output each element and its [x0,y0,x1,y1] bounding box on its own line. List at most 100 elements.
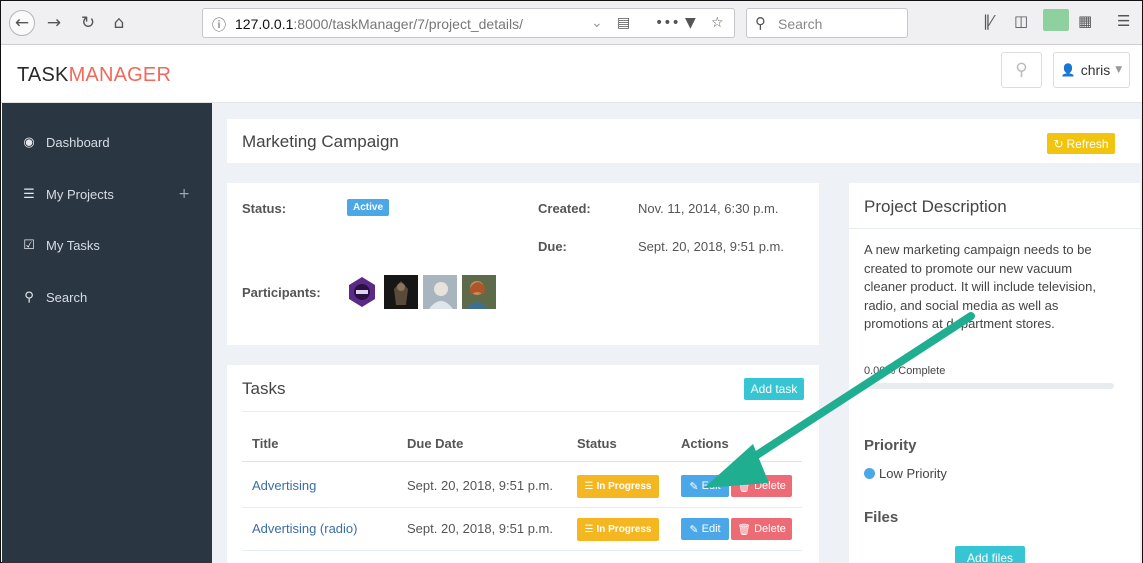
project-details-panel: Status: Active Created: Nov. 11, 2014, 6… [227,183,819,345]
refresh-label: Refresh [1066,136,1109,151]
project-description-panel: Project Description A new marketing camp… [849,183,1140,563]
browser-search-box[interactable]: ⚲ Search [746,8,908,38]
task-due-date: Sept. 20, 2018, 9:51 p.m. [407,521,553,536]
reader-view-icon[interactable]: ▤ [617,15,630,31]
app-header: TASKMANAGER ⚲ 👤 chris ▼ [1,46,1142,103]
brand-part2: MANAGER [68,64,172,86]
url-text[interactable]: 127.0.0.1:8000/taskManager/7/project_det… [235,16,523,32]
add-task-button[interactable]: Add task [744,378,804,400]
brand-part1: TASK [17,64,69,86]
divider [242,411,802,412]
edit-label: Edit [701,480,721,492]
sidebar-item-dashboard[interactable]: ◉ Dashboard [2,127,212,157]
checkbox-icon: ☑ [23,237,35,253]
extension-icon[interactable] [1043,9,1069,31]
add-project-icon[interactable]: + [178,186,190,202]
search-icon: ⚲ [1015,60,1028,80]
project-title: Marketing Campaign [242,132,399,151]
add-files-button[interactable]: Add files [955,546,1025,563]
description-text: A new marketing campaign needs to be cre… [864,242,1096,331]
description-title: Project Description [864,197,1007,216]
pocket-icon[interactable]: ▼ [685,15,696,31]
sidebar-item-label: Dashboard [46,134,110,150]
progress-bar [864,383,1114,389]
task-due-date: Sept. 20, 2018, 9:51 p.m. [407,478,553,493]
bookmark-star-icon[interactable]: ☆ [711,15,724,31]
task-title-link[interactable]: Advertising (radio) [252,521,358,536]
column-header-status[interactable]: Status [577,436,617,451]
task-title-link[interactable]: Advertising [252,478,316,493]
home-icon[interactable]: ⌂ [106,10,132,36]
project-title-panel: Marketing Campaign ↻ Refresh [227,119,1140,163]
task-status-badge: ☰ In Progress [577,518,659,541]
list-icon: ☰ [584,524,594,535]
pencil-icon: ✎ [689,479,699,493]
sidebar-item-label: My Tasks [46,237,100,253]
due-label: Due: [538,239,567,254]
priority-label: Low Priority [879,466,947,481]
sidebar-item-label: Search [46,289,88,305]
participants-label: Participants: [242,285,321,300]
user-menu[interactable]: 👤 chris ▼ [1053,52,1130,88]
search-icon: ⚲ [24,289,34,305]
column-header-due-date[interactable]: Due Date [407,436,463,451]
sidebar-item-search[interactable]: ⚲ Search [2,282,212,312]
user-name: chris [1080,62,1111,78]
delete-label: Delete [754,523,786,535]
edit-button[interactable]: ✎ Edit [681,518,729,540]
user-icon: 👤 [1060,63,1076,77]
files-title: Files [864,509,899,526]
delete-button[interactable]: 🗑 Delete [731,518,792,540]
divider [242,550,802,551]
library-icon[interactable]: ‖⁄ [983,12,993,30]
divider [242,461,802,462]
avatar[interactable] [462,275,496,309]
due-value: Sept. 20, 2018, 9:51 p.m. [638,239,784,254]
browser-search-placeholder: Search [778,16,823,32]
more-actions-icon[interactable]: ••• [655,15,680,31]
divider [849,228,1140,229]
delete-label: Delete [754,480,786,492]
avatar[interactable] [423,275,457,309]
created-value: Nov. 11, 2014, 6:30 p.m. [638,201,779,216]
trash-icon: 🗑 [737,479,752,493]
url-host: 127.0.0.1 [235,16,294,32]
list-icon: ☰ [584,481,594,492]
task-status-badge: ☰ In Progress [577,475,659,498]
column-header-actions: Actions [681,436,729,451]
tasks-panel: Tasks Add task Title Due Date Status Act… [227,365,819,563]
avatar[interactable] [345,275,379,309]
refresh-icon: ↻ [1053,136,1064,151]
edit-button[interactable]: ✎ Edit [681,475,729,497]
header-search-button[interactable]: ⚲ [1001,52,1042,88]
menu-icon[interactable]: ☰ [1117,12,1130,30]
extension-grid-icon[interactable]: ▦ [1078,12,1092,30]
refresh-button[interactable]: ↻ Refresh [1047,133,1115,154]
sidebar-item-label: My Projects [46,186,114,202]
brand-logo[interactable]: TASKMANAGER [17,64,171,87]
sidebar-item-my-projects[interactable]: ☰ My Projects + [2,179,212,209]
priority-dot-icon [864,468,875,479]
chevron-down-icon[interactable]: ⌄ [591,15,603,31]
status-label: Status: [242,201,287,216]
reload-icon[interactable]: ↻ [75,10,101,36]
divider [242,507,802,508]
edit-label: Edit [701,523,721,535]
sidebar-toggle-icon[interactable]: ◫ [1014,12,1028,30]
avatar[interactable] [384,275,418,309]
column-header-title[interactable]: Title [252,436,279,451]
forward-icon[interactable]: → [41,10,67,36]
delete-button[interactable]: 🗑 Delete [731,475,792,497]
address-bar[interactable]: ⓘ 127.0.0.1:8000/taskManager/7/project_d… [202,8,735,38]
tasks-title: Tasks [242,379,286,398]
priority-title: Priority [864,437,917,454]
sidebar-item-my-tasks[interactable]: ☑ My Tasks [2,230,212,260]
back-icon[interactable]: ← [9,10,35,36]
browser-toolbar: ← → ↻ ⌂ ⓘ 127.0.0.1:8000/taskManager/7/p… [1,1,1142,45]
status-badge: Active [347,199,390,216]
trash-icon: 🗑 [737,522,752,536]
info-icon[interactable]: ⓘ [212,15,226,35]
pencil-icon: ✎ [689,522,699,536]
url-path: :8000/taskManager/7/project_details/ [293,16,523,32]
caret-down-icon: ▼ [1115,65,1123,75]
